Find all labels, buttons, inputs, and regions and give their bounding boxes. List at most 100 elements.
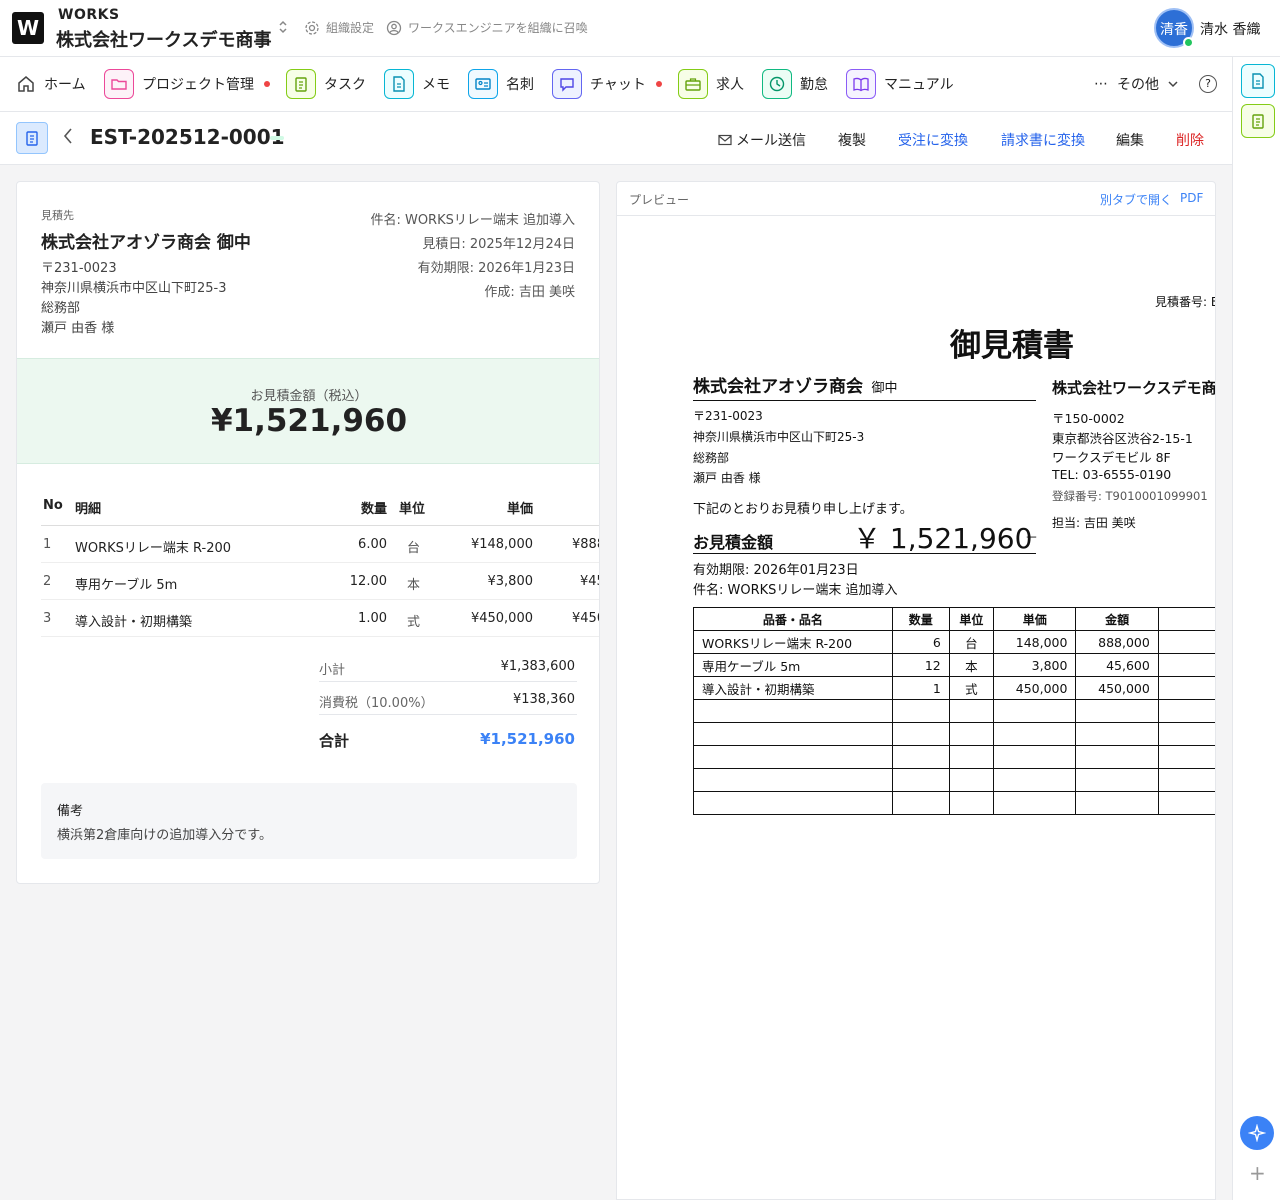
doc-col-qty: 数量	[891, 607, 950, 631]
org-settings-link[interactable]: 組織設定	[304, 19, 374, 36]
company-name[interactable]: 株式会社ワークスデモ商事	[56, 26, 271, 52]
memo-label: 備考	[57, 804, 84, 819]
chevron-down-icon	[1168, 81, 1178, 88]
customer-department: 総務部	[41, 301, 81, 316]
brand-name: WORKS	[58, 7, 120, 23]
book-icon	[846, 69, 876, 99]
nav-item-projects[interactable]: プロジェクト管理	[104, 69, 270, 99]
col-qty: 数量	[361, 502, 388, 517]
row-qty: 6.00	[358, 537, 387, 552]
send-mail-button[interactable]: メール送信	[718, 130, 806, 150]
estimate-author: 作成: 吉田 美咲	[484, 285, 575, 300]
convert-to-order-button[interactable]: 受注に変換	[898, 130, 968, 150]
row-amount: ¥888,000	[572, 537, 599, 552]
doc-row-unit: 本	[948, 653, 995, 677]
ai-assistant-button[interactable]	[1240, 1116, 1274, 1150]
doc-row-price: 450,000	[993, 676, 1077, 700]
nav-item-memo[interactable]: メモ	[384, 69, 450, 99]
doc-customer-block: 株式会社アオゾラ商会 御中	[693, 372, 1036, 401]
doc-amount-suffix: －	[1025, 531, 1039, 546]
nav-label: チャット	[590, 77, 646, 93]
col-item: 明細	[75, 502, 102, 517]
doc-col-item: 品番・品名	[693, 607, 893, 631]
doc-row-amount: 450,000	[1075, 676, 1159, 700]
sparkle-icon	[1248, 1124, 1266, 1142]
nav-item-tasks[interactable]: タスク	[286, 69, 366, 99]
nav-label: 名刺	[506, 77, 534, 93]
estimate-doc-icon	[16, 122, 48, 154]
row-no: 3	[43, 611, 52, 626]
row-unit: 式	[407, 615, 421, 630]
doc-table-row: 専用ケーブル 5m 12 本 3,800 45,600	[693, 653, 1215, 677]
header-divider	[41, 525, 599, 526]
nav-item-jobs[interactable]: 求人	[678, 69, 744, 99]
row-price: ¥148,000	[470, 537, 533, 552]
row-item: 専用ケーブル 5m	[75, 578, 178, 593]
app-logo[interactable]: W	[12, 12, 44, 44]
doc-col-amount: 金額	[1075, 607, 1159, 631]
doc-valid-until: 有効期限: 2026年01月23日	[693, 563, 859, 578]
add-icon[interactable]: +	[1249, 1161, 1266, 1185]
total-amount-box: お見積金額（税込） ¥1,521,960	[17, 358, 599, 464]
doc-issuer-building: ワークスデモビル 8F	[1052, 450, 1171, 465]
open-in-new-tab-link[interactable]: 別タブで開く	[1100, 191, 1172, 208]
total-amount: ¥1,521,960	[210, 403, 408, 439]
recipient-label: 見積先	[41, 209, 74, 222]
duplicate-button[interactable]: 複製	[838, 130, 866, 150]
rail-memo-button[interactable]	[1241, 64, 1275, 98]
nav-item-business-cards[interactable]: 名刺	[468, 69, 534, 99]
subtotal-value: ¥1,383,600	[500, 659, 575, 674]
grand-total-label: 合計	[319, 732, 350, 750]
doc-row-qty: 12	[891, 653, 950, 677]
convert-to-invoice-button[interactable]: 請求書に変換	[1001, 130, 1085, 150]
doc-row-amount: 888,000	[1075, 630, 1159, 654]
nav-item-attendance[interactable]: 勤怠	[762, 69, 828, 99]
rail-task-button[interactable]	[1241, 104, 1275, 138]
customer-name: 株式会社アオゾラ商会 御中	[41, 233, 251, 253]
home-icon	[18, 76, 34, 92]
document-icon	[1252, 73, 1264, 89]
nav-label: ホーム	[44, 77, 86, 93]
doc-customer-department: 総務部	[693, 451, 730, 465]
col-no: No	[43, 498, 63, 513]
main-nav: ホーム プロジェクト管理 タスク メモ 名刺 チャット 求人 勤怠 マニュアル …	[0, 57, 1232, 112]
doc-table-empty-row	[693, 699, 1215, 723]
nav-label: メモ	[422, 77, 450, 93]
org-switch-icon[interactable]	[278, 19, 288, 36]
row-qty: 12.00	[349, 574, 387, 589]
doc-customer-name: 株式会社アオゾラ商会	[693, 377, 863, 397]
doc-row-qty: 6	[891, 630, 950, 654]
invite-engineer-link[interactable]: ワークスエンジニアを組織に召喚	[386, 19, 588, 36]
doc-customer-contact: 瀬戸 由香 様	[693, 471, 761, 485]
tax-label: 消費税（10.00%）	[319, 696, 434, 711]
help-icon[interactable]: ?	[1199, 75, 1217, 93]
user-name[interactable]: 清水 香織	[1200, 19, 1260, 39]
doc-row-item: 専用ケーブル 5m	[693, 653, 893, 677]
nav-label: マニュアル	[884, 77, 954, 93]
nav-item-manual[interactable]: マニュアル	[846, 69, 954, 99]
right-rail: +	[1232, 57, 1280, 1200]
nav-item-home[interactable]: ホーム	[16, 69, 86, 99]
nav-more-menu[interactable]: ⋯ その他	[1094, 69, 1179, 99]
clipboard-icon	[1252, 114, 1264, 129]
estimate-detail-card: 見積先 株式会社アオゾラ商会 御中 〒231-0023 神奈川県横浜市中区山下町…	[16, 181, 600, 884]
row-price: ¥3,800	[487, 574, 534, 589]
back-chevron-icon[interactable]	[62, 126, 74, 151]
estimate-date: 見積日: 2025年12月24日	[422, 237, 575, 252]
delete-button[interactable]: 削除	[1176, 130, 1204, 150]
row-divider	[41, 636, 599, 637]
nav-label: プロジェクト管理	[142, 77, 254, 93]
row-divider	[41, 562, 599, 563]
nav-item-chat[interactable]: チャット	[552, 69, 662, 99]
edit-button[interactable]: 編集	[1116, 130, 1144, 150]
row-price: ¥450,000	[470, 611, 533, 626]
doc-issuer-tel: TEL: 03-6555-0190	[1052, 467, 1172, 482]
row-item: 導入設計・初期構築	[75, 615, 193, 630]
doc-row-item: 導入設計・初期構築	[693, 676, 893, 700]
pdf-link[interactable]: PDF	[1180, 191, 1203, 205]
document-number: EST-202512-0001	[90, 125, 285, 149]
doc-row-price: 148,000	[993, 630, 1077, 654]
clock-icon	[762, 69, 792, 99]
doc-number-label: 見積番号: E	[1155, 295, 1216, 309]
row-amount: ¥450,000	[572, 611, 599, 626]
